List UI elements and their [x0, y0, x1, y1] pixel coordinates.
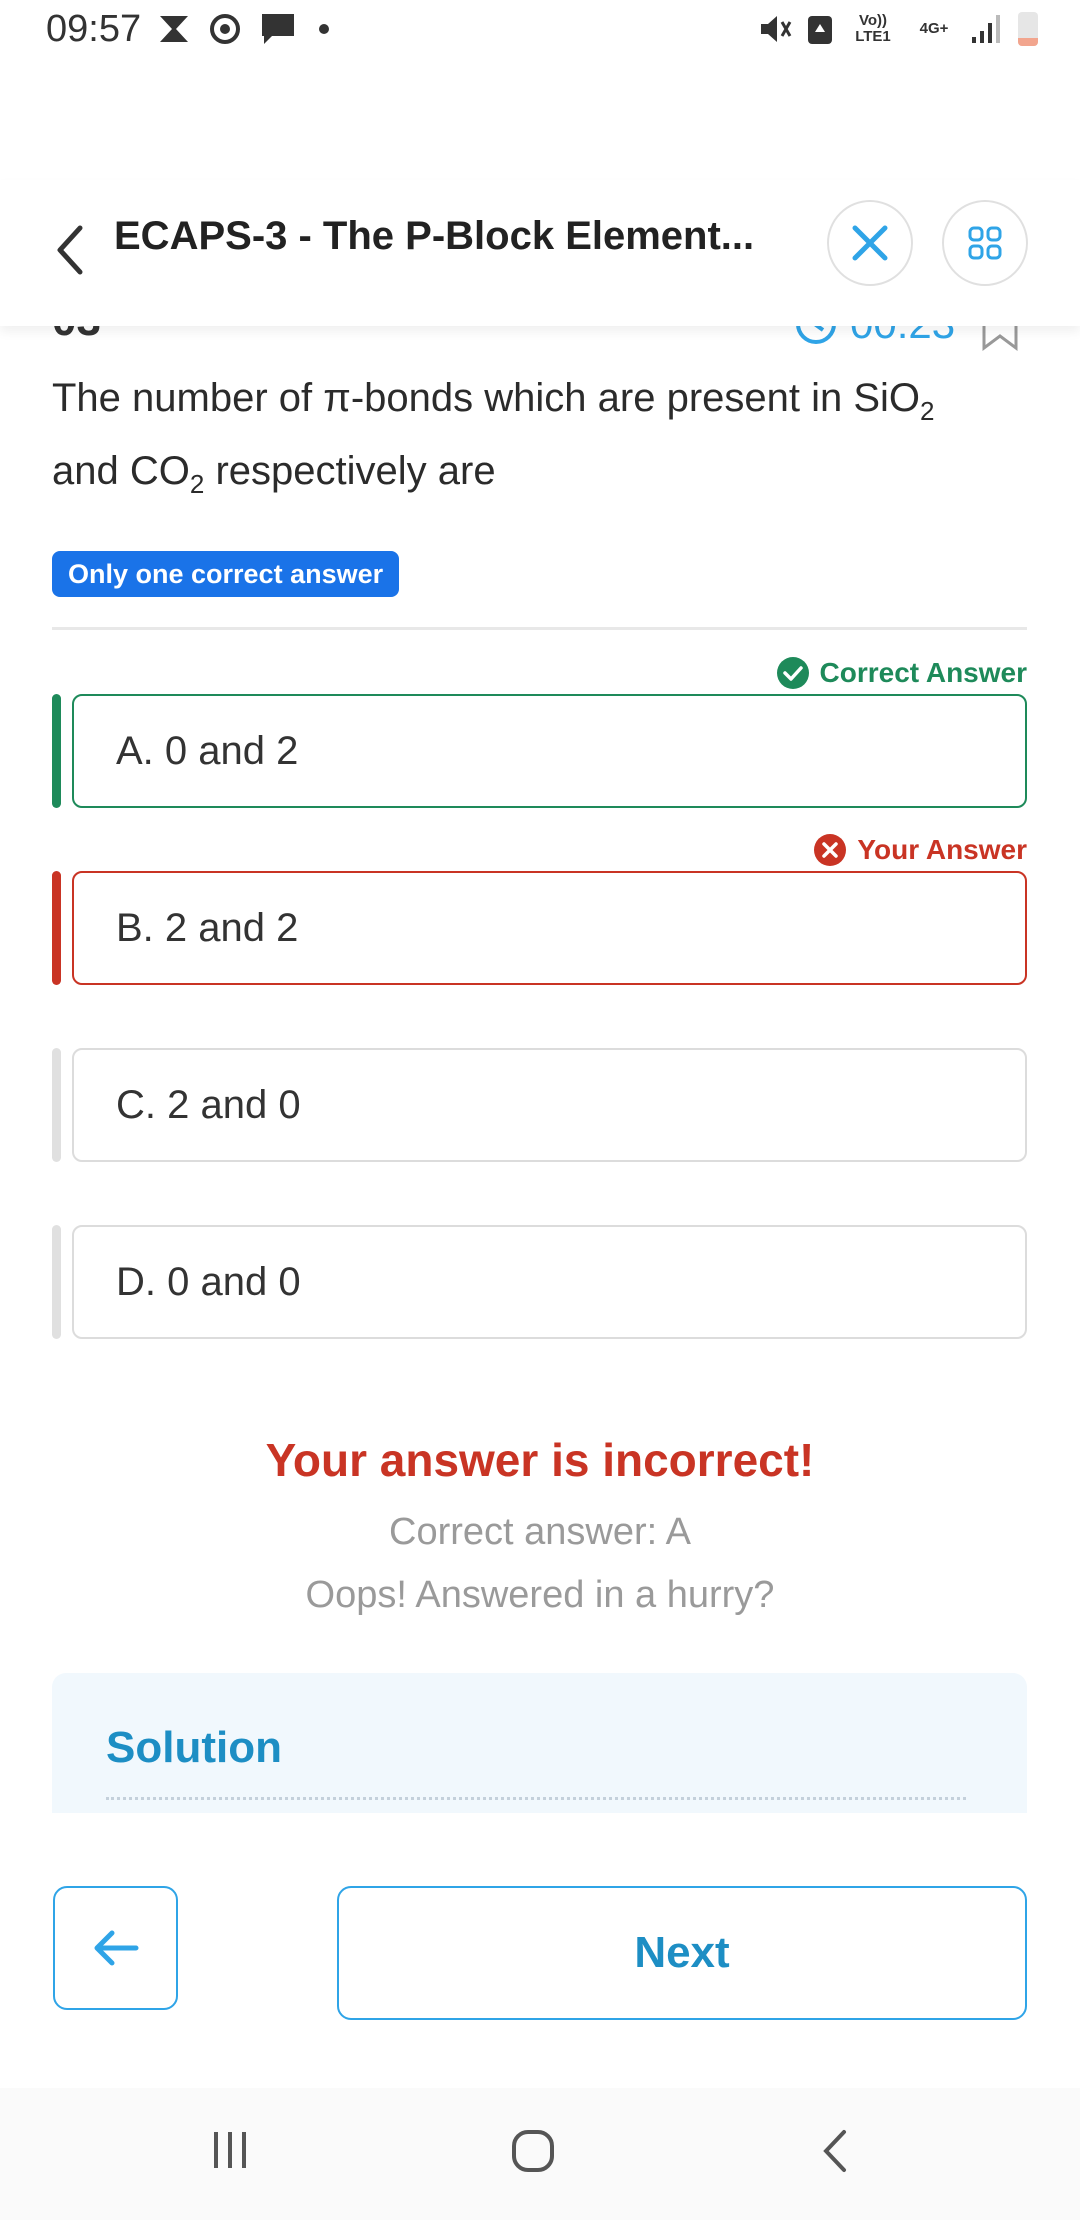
option-b[interactable]: B. 2 and 2: [72, 871, 1027, 985]
close-button[interactable]: [827, 200, 913, 286]
correct-answer-label: Correct Answer: [776, 656, 1027, 690]
solution-text-peek: [106, 1797, 966, 1807]
status-time: 09:57: [46, 8, 142, 50]
previous-button[interactable]: [53, 1886, 178, 2010]
divider: [52, 627, 1027, 630]
option-a[interactable]: A. 0 and 2: [72, 694, 1027, 808]
question-text-part-1: The number of π-bonds which are present …: [52, 376, 921, 420]
grid-icon: [968, 226, 1002, 260]
option-b-label: B. 2 and 2: [116, 905, 299, 950]
page-title: ECAPS-3 - The P-Block Element...: [114, 214, 755, 258]
question-subscript-1: 2: [920, 396, 935, 426]
question-type-tag: Only one correct answer: [52, 551, 400, 597]
status-right-icons: Vo)) LTE1 4G+: [758, 12, 1038, 46]
home-icon[interactable]: [510, 2128, 556, 2174]
question-subscript-2: 2: [189, 469, 205, 499]
question-text-part-3: respectively are: [204, 449, 496, 493]
mute-icon: [761, 16, 792, 42]
option-c-indicator: [52, 1048, 61, 1162]
header: ECAPS-3 - The P-Block Element...: [0, 180, 1080, 326]
status-bar: 09:57 Vo)) LTE1 4G+: [0, 0, 1080, 66]
result-title: Your answer is incorrect!: [265, 1434, 815, 1486]
option-a-label: A. 0 and 2: [116, 728, 299, 773]
option-b-indicator: [52, 871, 61, 985]
correct-answer-text: Correct Answer: [819, 657, 1027, 688]
option-c-label: C. 2 and 0: [116, 1082, 301, 1127]
question-text-part-2: and CO: [52, 449, 190, 493]
question-grid-button[interactable]: [942, 200, 1028, 286]
sync-icon: [210, 14, 240, 44]
arrow-left-icon: [94, 1930, 138, 1966]
signal-icon: [972, 15, 1000, 43]
your-answer-label: Your Answer: [813, 833, 1027, 867]
solution-panel[interactable]: Solution: [52, 1673, 1027, 1813]
network-label: Vo)) LTE1: [855, 12, 891, 45]
next-button[interactable]: Next: [337, 1886, 1027, 2020]
back-nav-icon[interactable]: [818, 2128, 852, 2174]
recycle-icon: [808, 16, 832, 44]
system-nav-bar: [0, 2088, 1080, 2220]
option-d-indicator: [52, 1225, 61, 1339]
network-type: 4G+: [919, 20, 949, 37]
check-circle-icon: [776, 657, 809, 689]
close-icon: [852, 225, 888, 261]
correct-answer-note: Correct answer: A: [389, 1511, 691, 1553]
option-c[interactable]: C. 2 and 0: [72, 1048, 1027, 1162]
chat-icon: [262, 14, 294, 44]
your-answer-text: Your Answer: [857, 834, 1027, 865]
recent-apps-icon[interactable]: [208, 2128, 252, 2172]
solution-title: Solution: [106, 1723, 282, 1772]
battery-icon: [1018, 12, 1038, 46]
hourglass-icon: [160, 16, 188, 42]
dot-icon: [319, 24, 329, 34]
x-circle-icon: [814, 834, 847, 866]
chevron-left-icon[interactable]: [48, 220, 92, 280]
question-text: The number of π-bonds which are present …: [52, 368, 1012, 514]
result-message: Oops! Answered in a hurry?: [305, 1574, 775, 1616]
option-a-indicator: [52, 694, 61, 808]
status-left-icons: [158, 12, 334, 46]
option-d[interactable]: D. 0 and 0: [72, 1225, 1027, 1339]
option-d-label: D. 0 and 0: [116, 1259, 301, 1304]
